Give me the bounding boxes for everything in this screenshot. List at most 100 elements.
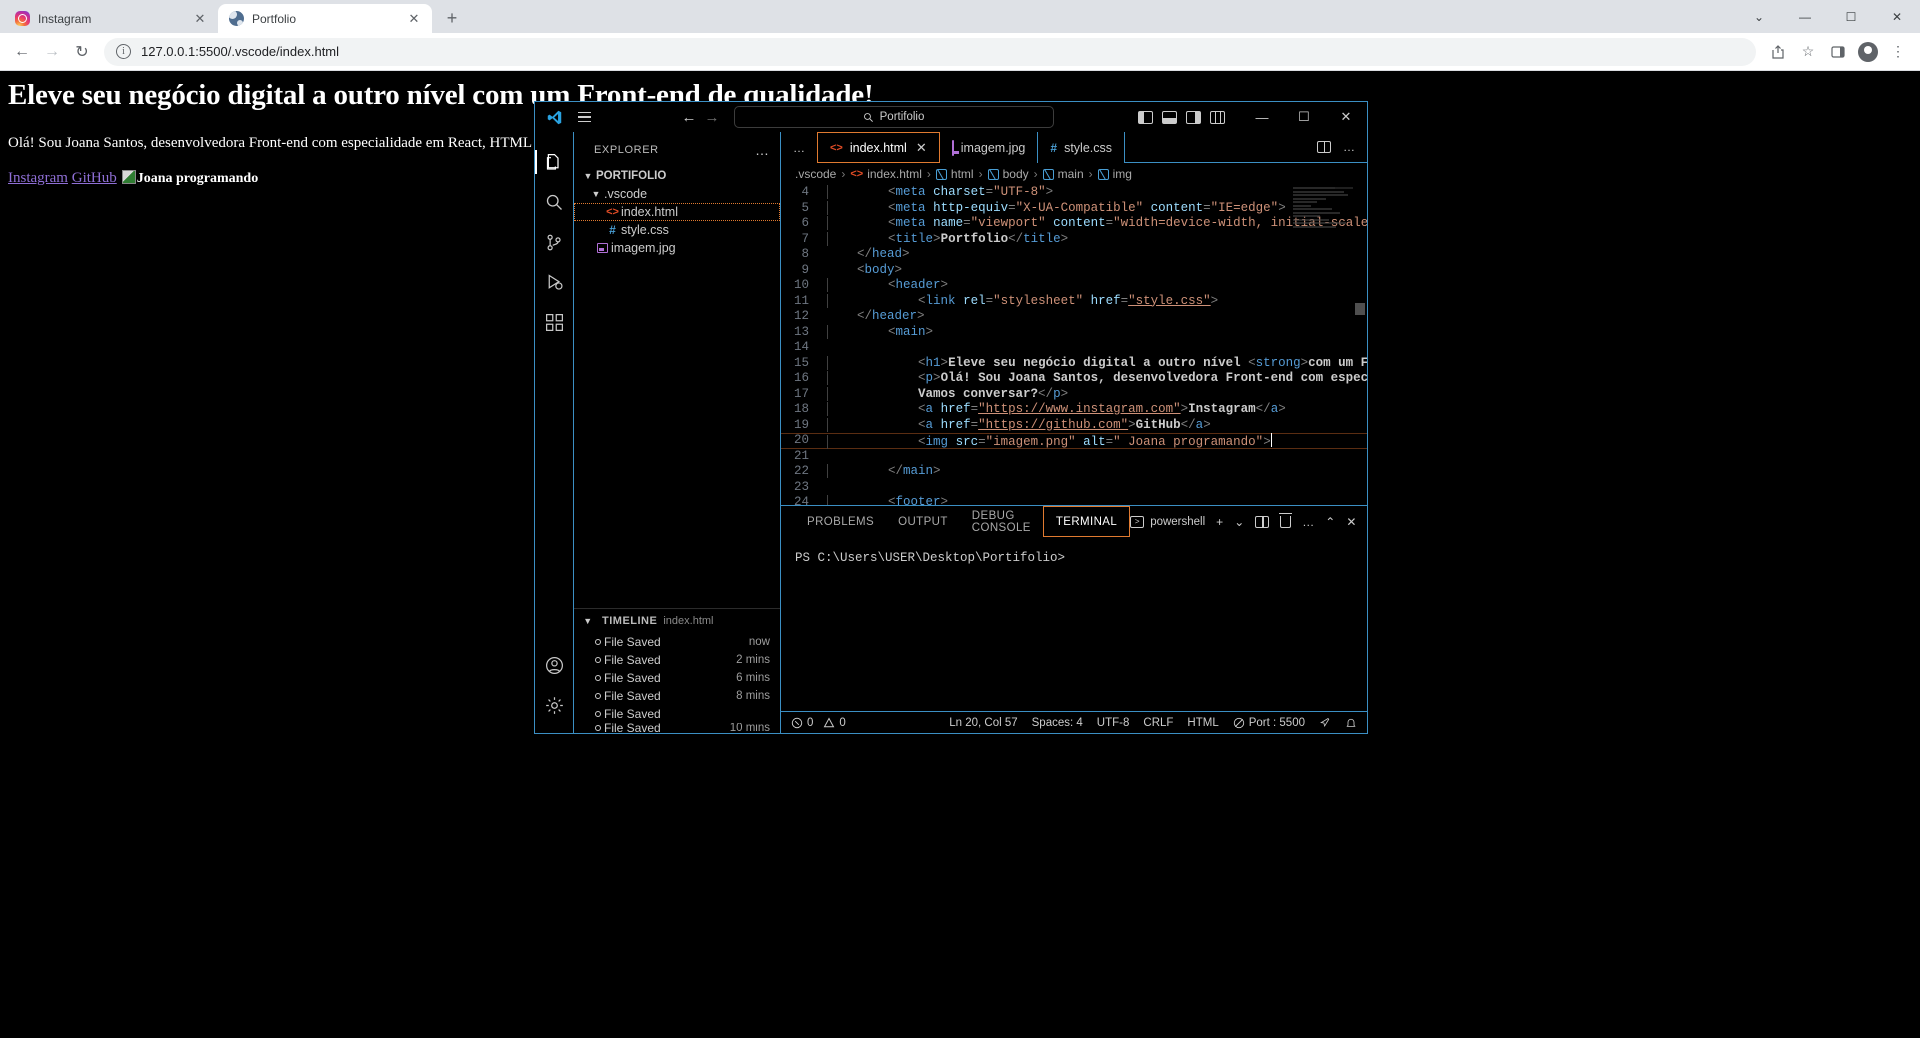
- close-button[interactable]: ✕: [1325, 102, 1367, 132]
- code-text[interactable]: <a href="https://www.instagram.com">Inst…: [827, 402, 1367, 418]
- address-bar[interactable]: i 127.0.0.1:5500/.vscode/index.html: [104, 37, 1756, 66]
- new-tab-button[interactable]: +: [438, 4, 466, 32]
- code-line[interactable]: 24 <footer>: [781, 495, 1367, 505]
- code-line[interactable]: 11 <link rel="stylesheet" href="style.cs…: [781, 293, 1367, 310]
- side-panel-icon[interactable]: [1824, 38, 1852, 66]
- chevron-down-icon[interactable]: ▼: [580, 171, 596, 181]
- status-indentation[interactable]: Spaces: 4: [1032, 717, 1083, 729]
- code-line[interactable]: 4 <meta charset="UTF-8">: [781, 185, 1367, 201]
- code-line[interactable]: 9 <body>: [781, 263, 1367, 279]
- code-text[interactable]: <link rel="stylesheet" href="style.css">: [827, 293, 1367, 310]
- explorer-more-actions-icon[interactable]: …: [755, 142, 770, 158]
- editor-more-actions-icon[interactable]: …: [1343, 140, 1355, 154]
- code-text[interactable]: <body>: [827, 263, 1367, 279]
- tab-more-icon[interactable]: …: [793, 141, 805, 155]
- code-text[interactable]: <img src="imagem.png" alt=" Joana progra…: [827, 433, 1367, 449]
- tree-item-index-html[interactable]: <> index.html: [574, 203, 780, 221]
- link-github[interactable]: GitHub: [72, 170, 117, 186]
- tree-item-imagem-jpg[interactable]: imagem.jpg: [574, 239, 780, 257]
- status-encoding[interactable]: UTF-8: [1097, 717, 1130, 729]
- breadcrumb-item-vscode[interactable]: .vscode: [795, 167, 836, 181]
- tree-item-portifolio[interactable]: ▼ PORTIFOLIO: [574, 167, 780, 185]
- code-text[interactable]: Vamos conversar?</p>: [827, 386, 1367, 403]
- code-lines-container[interactable]: 4 <meta charset="UTF-8"> 5 <meta http-equ…: [781, 185, 1367, 505]
- browser-menu-icon[interactable]: ⋮: [1884, 38, 1912, 66]
- maximize-button[interactable]: ☐: [1283, 102, 1325, 132]
- browser-tab-instagram[interactable]: Instagram ✕: [4, 4, 218, 33]
- tree-item-style-css[interactable]: # style.css: [574, 221, 780, 239]
- split-editor-icon[interactable]: [1317, 141, 1331, 153]
- activity-bar-item-accounts[interactable]: [535, 645, 573, 685]
- timeline-entry[interactable]: File Saved 10 mins: [574, 723, 780, 733]
- status-live-server[interactable]: Port : 5500: [1233, 717, 1305, 729]
- close-icon[interactable]: ✕: [916, 140, 927, 156]
- code-line[interactable]: 7 <title>Portfolio</title>: [781, 231, 1367, 248]
- hamburger-menu-icon[interactable]: [571, 104, 597, 130]
- code-line[interactable]: 23: [781, 480, 1367, 496]
- code-text[interactable]: <h1>Eleve seu negócio digital a outro ní…: [827, 355, 1367, 372]
- code-line[interactable]: 18 <a href="https://www.instagram.com">I…: [781, 402, 1367, 418]
- back-icon[interactable]: ←: [682, 109, 697, 126]
- status-language-mode[interactable]: HTML: [1187, 717, 1218, 729]
- code-text[interactable]: <footer>: [827, 495, 1367, 505]
- code-text[interactable]: </main>: [827, 464, 1367, 480]
- editor-scrollbar[interactable]: [1355, 185, 1365, 505]
- close-icon[interactable]: ✕: [192, 11, 208, 27]
- code-text[interactable]: </header>: [827, 309, 1367, 325]
- timeline-header[interactable]: ▼ TIMELINE index.html: [574, 609, 780, 633]
- site-info-icon[interactable]: i: [116, 44, 131, 59]
- tree-item-vscode-folder[interactable]: ▼ .vscode: [574, 185, 780, 203]
- chevron-down-icon[interactable]: ▼: [580, 616, 596, 626]
- status-cursor-position[interactable]: Ln 20, Col 57: [949, 717, 1017, 729]
- code-line[interactable]: 10 <header>: [781, 278, 1367, 294]
- browser-tab-portfolio[interactable]: Portfolio ✕: [218, 4, 432, 33]
- minimap[interactable]: [1293, 187, 1353, 247]
- timeline-entry[interactable]: File Saved now: [574, 633, 780, 651]
- timeline-entry[interactable]: File Saved 8 mins: [574, 687, 780, 705]
- breadcrumb-item-body[interactable]: body: [987, 167, 1029, 181]
- code-text[interactable]: [827, 449, 1367, 465]
- close-icon[interactable]: ✕: [406, 11, 422, 27]
- toggle-panel-icon[interactable]: [1162, 110, 1177, 124]
- code-line[interactable]: 20 <img src="imagem.png" alt=" Joana pro…: [781, 433, 1367, 449]
- timeline-entry[interactable]: File Saved: [574, 705, 780, 723]
- code-line[interactable]: 22 </main>: [781, 464, 1367, 480]
- link-instagram[interactable]: Instagram: [8, 170, 68, 186]
- activity-bar-item-explorer[interactable]: [535, 142, 573, 182]
- code-line[interactable]: 14: [781, 340, 1367, 356]
- code-text[interactable]: [827, 480, 1367, 496]
- code-text[interactable]: <a href="https://github.com">GitHub</a>: [827, 417, 1367, 434]
- code-line[interactable]: 16 <p>Olá! Sou Joana Santos, desenvolved…: [781, 371, 1367, 387]
- panel-more-actions-icon[interactable]: …: [1302, 515, 1314, 529]
- code-text[interactable]: [827, 340, 1367, 356]
- breadcrumb-item-img[interactable]: img: [1097, 167, 1132, 181]
- status-problems[interactable]: 0 0: [791, 717, 846, 729]
- panel-tab-debug-console[interactable]: DEBUG CONSOLE: [960, 506, 1043, 537]
- status-feedback[interactable]: [1319, 717, 1331, 729]
- code-line[interactable]: 15 <h1>Eleve seu negócio digital a outro…: [781, 355, 1367, 372]
- activity-bar-item-run-and-debug[interactable]: [535, 262, 573, 302]
- toggle-secondary-sidebar-icon[interactable]: [1186, 110, 1201, 124]
- maximize-panel-icon[interactable]: ⌃: [1325, 515, 1335, 529]
- breadcrumb-item-index-html[interactable]: <> index.html: [850, 167, 922, 181]
- minimize-button[interactable]: —: [1782, 0, 1828, 33]
- chevron-down-icon[interactable]: ⌄: [1736, 0, 1782, 33]
- timeline-entry[interactable]: File Saved 2 mins: [574, 651, 780, 669]
- code-line[interactable]: 5 <meta http-equiv="X-UA-Compatible" con…: [781, 200, 1367, 217]
- activity-bar-item-source-control[interactable]: [535, 222, 573, 262]
- scrollbar-thumb[interactable]: [1355, 303, 1365, 315]
- close-button[interactable]: ✕: [1874, 0, 1920, 33]
- code-text[interactable]: <meta http-equiv="X-UA-Compatible" conte…: [827, 200, 1367, 217]
- activity-bar-item-search[interactable]: [535, 182, 573, 222]
- minimize-button[interactable]: —: [1241, 102, 1283, 132]
- forward-icon[interactable]: →: [38, 38, 66, 66]
- code-editor[interactable]: 4 <meta charset="UTF-8"> 5 <meta http-equ…: [781, 185, 1367, 505]
- status-notifications[interactable]: [1345, 717, 1357, 729]
- new-terminal-button[interactable]: +: [1216, 515, 1223, 529]
- trash-icon[interactable]: [1279, 512, 1293, 528]
- maximize-button[interactable]: ☐: [1828, 0, 1874, 33]
- bookmark-star-icon[interactable]: ☆: [1794, 38, 1822, 66]
- code-text[interactable]: <header>: [827, 278, 1367, 294]
- code-line[interactable]: 19 <a href="https://github.com">GitHub</…: [781, 417, 1367, 434]
- back-icon[interactable]: ←: [8, 38, 36, 66]
